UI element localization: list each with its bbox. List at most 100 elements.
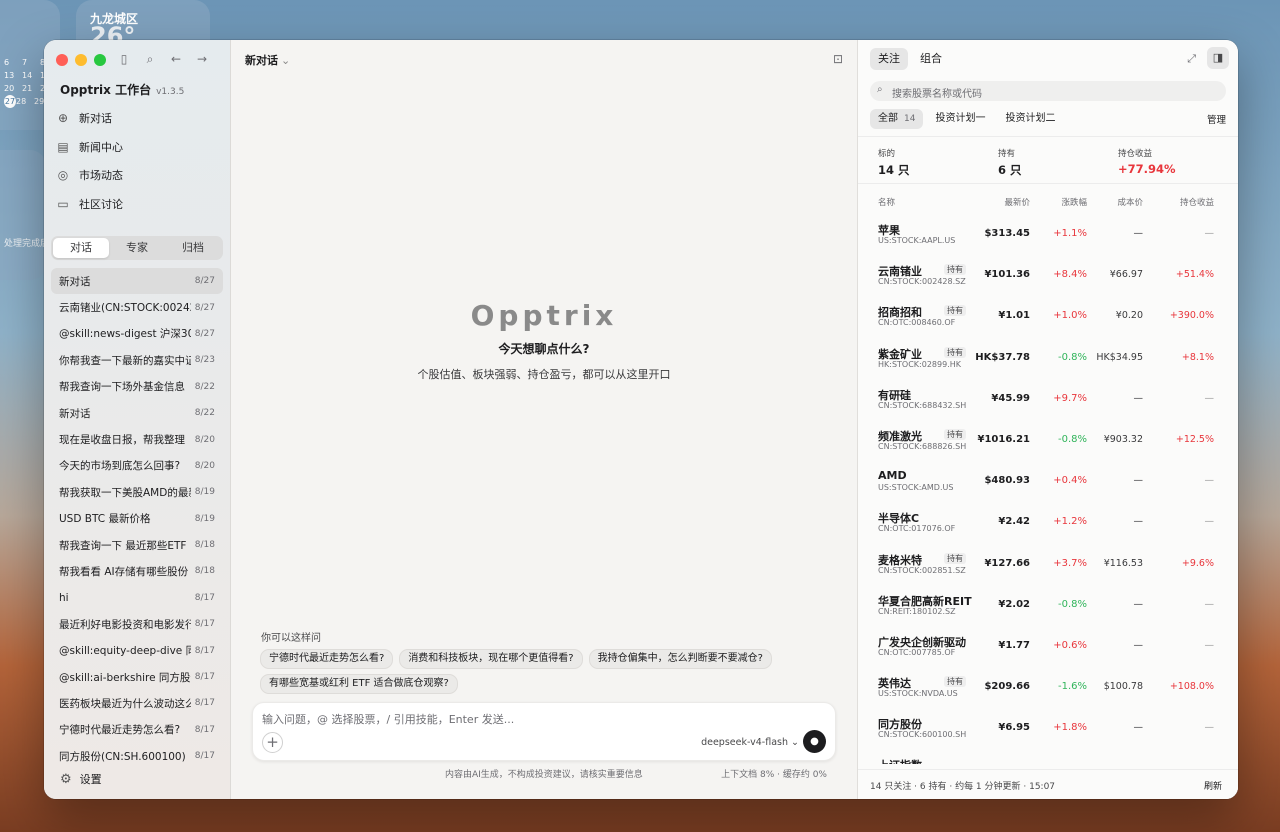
stock-row[interactable]: 英伟达 持有 US:STOCK:NVDA.US $209.66 -1.6% $100.78… bbox=[858, 665, 1238, 706]
expand-icon[interactable]: ⤢ bbox=[1187, 52, 1196, 66]
conversation-item[interactable]: 帮我查询一下 最近那些ETF 8/18 bbox=[51, 532, 223, 558]
manage-button[interactable]: 管理 bbox=[1207, 112, 1226, 126]
nav-market-trends[interactable]: ◎ 市场动态 bbox=[56, 161, 218, 190]
stock-row[interactable]: 上证指数 bbox=[858, 747, 1238, 764]
stock-row[interactable]: 云南锗业 持有 CN:STOCK:002428.SZ ¥101.36 +8.4% ¥66.… bbox=[858, 253, 1238, 294]
back-arrow-icon[interactable]: ← bbox=[170, 52, 182, 67]
filter-plan-one[interactable]: 投资计划一 bbox=[927, 109, 993, 129]
stock-row[interactable]: 麦格米特 持有 CN:STOCK:002851.SZ ¥127.66 +3.7% ¥116… bbox=[858, 542, 1238, 583]
close-window-button[interactable] bbox=[56, 54, 68, 66]
held-badge: 持有 bbox=[944, 346, 966, 358]
stock-row[interactable]: 紫金矿业 持有 HK:STOCK:02899.HK HK$37.78 -0.8% HK$3… bbox=[858, 336, 1238, 377]
stock-change: +3.7% bbox=[1053, 557, 1087, 569]
chevron-down-icon: ⌄ bbox=[791, 737, 799, 748]
column-header: 持仓收益 bbox=[1179, 198, 1214, 208]
stock-code: CN:REIT:180102.SZ bbox=[878, 606, 956, 616]
nav-community[interactable]: ▭ 社区讨论 bbox=[56, 190, 218, 219]
conversation-item[interactable]: 今天的市场到底怎么回事? 8/20 bbox=[51, 453, 223, 479]
conversation-item[interactable]: @skill:ai-berkshire 同方股份 8/17 bbox=[51, 664, 223, 690]
suggestion-chip[interactable]: 有哪些宽基或红利 ETF 适合做底仓观察? bbox=[260, 674, 458, 694]
reminder-text: 处理完成后 bbox=[4, 239, 50, 249]
stock-row[interactable]: 有研硅 CN:STOCK:688432.SH ¥45.99 +9.7% — — bbox=[858, 377, 1238, 418]
message-input[interactable]: 输入问题，@ 选择股票，/ 引用技能，Enter 发送... bbox=[262, 711, 514, 727]
stock-price: ¥127.66 bbox=[984, 557, 1030, 569]
conversation-item[interactable]: 云南锗业(CN:STOCK:002428)8/27 bbox=[51, 294, 223, 320]
stock-row[interactable]: AMD US:STOCK:AMD.US $480.93 +0.4% — — bbox=[858, 459, 1238, 500]
minimize-window-button[interactable] bbox=[75, 54, 87, 66]
column-header: 成本价 bbox=[1117, 198, 1143, 208]
refresh-button[interactable]: 刷新 bbox=[1204, 779, 1222, 792]
stock-cost: — bbox=[1133, 598, 1144, 610]
stock-pnl: +12.5% bbox=[1175, 433, 1214, 445]
stock-change: +9.7% bbox=[1053, 392, 1087, 404]
search-icon[interactable]: ⌕ bbox=[144, 52, 156, 67]
summary-label: 持仓收益 bbox=[1118, 149, 1153, 159]
conversation-title: USD BTC 最新价格 bbox=[59, 513, 151, 526]
suggestion-chip[interactable]: 消费和科技板块，现在哪个更值得看? bbox=[399, 649, 583, 669]
conversation-title-dropdown[interactable]: 新对话 ⌄ bbox=[245, 52, 290, 68]
filter-plan-two[interactable]: 投资计划二 bbox=[997, 109, 1063, 129]
stock-row[interactable]: 招商招和 持有 CN:OTC:008460.OF ¥1.01 +1.0% ¥0.20 +39… bbox=[858, 294, 1238, 335]
stock-row[interactable]: 半导体C CN:OTC:017076.OF ¥2.42 +1.2% — — bbox=[858, 500, 1238, 541]
conversation-item[interactable]: 医药板块最近为什么波动这么 8/17 bbox=[51, 690, 223, 716]
microphone-icon: ● bbox=[810, 736, 819, 747]
settings-button[interactable]: ⚙ 设置 bbox=[60, 771, 102, 787]
attach-plus-button[interactable]: + bbox=[262, 732, 283, 753]
tab-archive[interactable]: 归档 bbox=[165, 238, 221, 258]
forward-arrow-icon[interactable]: → bbox=[196, 52, 208, 67]
app-window: ▯ ⌕ ← → Opptrix 工作台 v1.3.5 ⊕ 新对话 ▤ 新闻中心 ◎ 市场… bbox=[44, 40, 1238, 799]
tab-chats[interactable]: 对话 bbox=[53, 238, 109, 258]
conversation-date: 8/17 bbox=[194, 672, 215, 683]
conversation-item[interactable]: hi 8/17 bbox=[51, 585, 223, 611]
conversation-item[interactable]: 现在是收盘日报，帮我整理 8/20 bbox=[51, 426, 223, 452]
stock-price: ¥1.77 bbox=[998, 639, 1030, 651]
filter-all[interactable]: 全部 14 bbox=[870, 109, 924, 129]
stock-pnl: — bbox=[1204, 516, 1215, 528]
zoom-window-button[interactable] bbox=[94, 54, 106, 66]
conversation-item[interactable]: 同方股份(CN:SH.600100) 8/17 bbox=[51, 743, 223, 769]
new-folder-icon[interactable]: ⊡ bbox=[833, 52, 843, 66]
stock-price: ¥2.42 bbox=[998, 516, 1030, 528]
suggestion-chip[interactable]: 宁德时代最近走势怎么看? bbox=[260, 649, 394, 669]
stock-row[interactable]: 同方股份 CN:STOCK:600100.SH ¥6.95 +1.8% — — bbox=[858, 706, 1238, 747]
stock-row[interactable]: 广发央企创新驱动 CN:OTC:007785.OF ¥1.77 +0.6% — — bbox=[858, 624, 1238, 665]
panel-toggle-icon[interactable]: ◨ bbox=[1207, 47, 1229, 69]
stock-search-input[interactable]: ⌕ 搜索股票名称或代码 bbox=[870, 81, 1226, 101]
conversation-item[interactable]: 帮我查询一下场外基金信息 8/22 bbox=[51, 374, 223, 400]
sidebar-toolbar: ▯ ⌕ ← → bbox=[118, 52, 208, 67]
suggestion-chip[interactable]: 我持仓偏集中，怎么判断要不要减仓? bbox=[588, 649, 772, 669]
stock-row[interactable]: 苹果 US:STOCK:AAPL.US $313.45 +1.1% — — bbox=[858, 212, 1238, 253]
search-placeholder: 搜索股票名称或代码 bbox=[892, 89, 982, 100]
conversation-item[interactable]: @skill:equity-deep-dive 同 8/17 bbox=[51, 637, 223, 663]
conversation-date: 8/23 bbox=[194, 355, 215, 366]
tab-experts[interactable]: 专家 bbox=[109, 238, 165, 258]
stock-cost: ¥66.97 bbox=[1109, 269, 1143, 281]
stock-change: +8.4% bbox=[1053, 269, 1087, 281]
stock-name: 上证指数 bbox=[878, 757, 922, 764]
conversation-item[interactable]: 最近利好电影投资和电影发行 8/17 bbox=[51, 611, 223, 637]
conversation-item[interactable]: 新对话 8/22 bbox=[51, 400, 223, 426]
nav-label: 新闻中心 bbox=[79, 140, 123, 154]
conversation-date: 8/27 bbox=[194, 276, 215, 287]
microphone-button[interactable]: ● bbox=[803, 730, 826, 753]
nav-news-center[interactable]: ▤ 新闻中心 bbox=[56, 133, 218, 162]
calendar-day: 13 bbox=[4, 71, 15, 80]
nav-new-chat[interactable]: ⊕ 新对话 bbox=[56, 104, 218, 133]
conversation-item[interactable]: 宁德时代最近走势怎么看? 8/17 bbox=[51, 717, 223, 743]
model-selector[interactable]: deepseek-v4-flash ⌄ bbox=[701, 737, 799, 748]
stock-change: +1.1% bbox=[1053, 228, 1087, 239]
conversation-item[interactable]: 帮我获取一下美股AMD的最新 8/19 bbox=[51, 479, 223, 505]
conversation-item[interactable]: @skill:news-digest 沪深300 8/27 bbox=[51, 321, 223, 347]
tab-watchlist[interactable]: 关注 bbox=[870, 48, 908, 70]
ai-disclaimer: 内容由AI生成，不构成投资建议，请核实重要信息 bbox=[445, 770, 643, 780]
conversation-date: 8/17 bbox=[194, 698, 215, 709]
conversation-item[interactable]: 你帮我查一下最新的嘉实中证 8/23 bbox=[51, 347, 223, 373]
tab-portfolio[interactable]: 组合 bbox=[912, 48, 950, 70]
sidebar-toggle-icon[interactable]: ▯ bbox=[118, 52, 130, 67]
stock-row[interactable]: 华夏合肥高新REIT CN:REIT:180102.SZ ¥2.02 -0.8% — — bbox=[858, 583, 1238, 624]
conversation-item[interactable]: 帮我看看 AI存储有哪些股份 8/18 bbox=[51, 558, 223, 584]
conversation-item[interactable]: USD BTC 最新价格 8/19 bbox=[51, 506, 223, 532]
stock-price: HK$37.78 bbox=[975, 351, 1030, 363]
conversation-item[interactable]: 新对话 8/27 bbox=[51, 268, 223, 295]
stock-row[interactable]: 频准激光 持有 CN:STOCK:688826.SH ¥1016.21 -0.8% ¥90… bbox=[858, 418, 1238, 459]
